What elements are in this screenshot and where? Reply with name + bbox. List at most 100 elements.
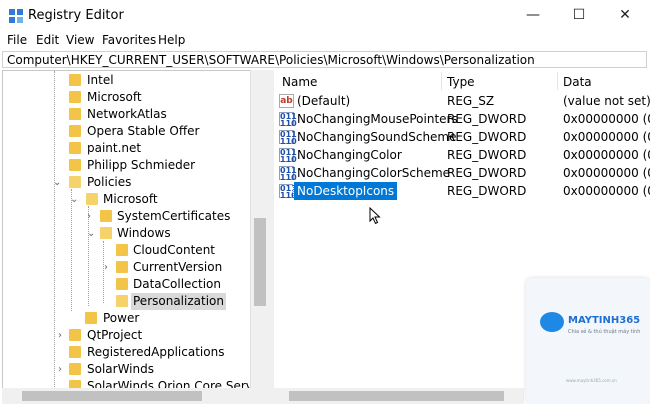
value-data: 0x00000000 (0) <box>563 112 650 126</box>
chevron-right-icon[interactable]: › <box>58 361 62 378</box>
value-row-nodesktopicons[interactable]: 011 110 NoDesktopIcons REG_DWORD 0x000000… <box>274 181 650 201</box>
tree-item-label: Windows <box>117 226 171 240</box>
value-type: REG_DWORD <box>447 148 527 162</box>
dword-value-icon: 011 110 <box>279 184 297 200</box>
open-folder-icon <box>69 176 81 188</box>
chevron-right-icon[interactable]: › <box>104 259 108 276</box>
folder-icon <box>69 363 81 375</box>
chevron-down-icon[interactable]: ⌄ <box>53 174 61 191</box>
tree-item-personalization[interactable]: Personalization <box>111 293 226 310</box>
value-type: REG_DWORD <box>447 184 527 198</box>
list-horizontal-scrollbar[interactable] <box>274 388 524 404</box>
folder-icon <box>116 261 128 273</box>
tree-item-systemcertificates[interactable]: › SystemCertificates <box>3 208 253 225</box>
folder-icon <box>69 125 81 137</box>
value-name-selected[interactable]: NoDesktopIcons <box>292 181 399 201</box>
menu-help[interactable]: Help <box>158 33 185 47</box>
value-type: REG_DWORD <box>447 130 527 144</box>
folder-icon <box>116 278 128 290</box>
tree-item-solarwinds[interactable]: › SolarWinds <box>3 361 253 378</box>
list-hscroll-thumb[interactable] <box>289 391 504 401</box>
chevron-right-icon[interactable]: › <box>58 327 62 344</box>
value-type: REG_DWORD <box>447 166 527 180</box>
tree-item-policies-microsoft[interactable]: ⌄ Microsoft <box>3 191 253 208</box>
value-row-nochangingcolor[interactable]: 011 110 NoChangingColor REG_DWORD 0x00000… <box>274 146 650 164</box>
tree-item-label: SystemCertificates <box>117 209 231 223</box>
key-tree[interactable]: Intel Microsoft NetworkAtlas Opera Stabl… <box>2 70 269 391</box>
address-bar[interactable]: Computer\HKEY_CURRENT_USER\SOFTWARE\Poli… <box>2 51 647 68</box>
menu-edit[interactable]: Edit <box>36 33 59 47</box>
value-data: 0x00000000 (0) <box>563 184 650 198</box>
dword-value-icon: 011 110 <box>279 166 297 182</box>
tree-item-windows[interactable]: ⌄ Windows <box>3 225 253 242</box>
title-bar: Registry Editor — ☐ ✕ <box>0 0 650 31</box>
window-title: Registry Editor <box>28 8 124 23</box>
watermark-tagline: Chia sẻ & thủ thuật máy tính <box>568 329 641 335</box>
tree-item-label: Intel <box>87 73 114 87</box>
tree-scroll-thumb[interactable] <box>254 218 266 306</box>
value-row-nochangingcolorscheme[interactable]: 011 110 NoChangingColorScheme REG_DWORD 0… <box>274 164 650 182</box>
tree-item-label: paint.net <box>87 141 142 155</box>
tree-item-intel[interactable]: Intel <box>3 72 253 89</box>
mouse-pointer-icon <box>369 207 381 225</box>
close-button[interactable]: ✕ <box>602 0 648 31</box>
folder-icon <box>69 91 81 103</box>
tree-item-label: Philipp Schmieder <box>87 158 196 172</box>
tree-item-policies[interactable]: ⌄ Policies <box>3 174 253 191</box>
menu-view[interactable]: View <box>66 33 94 47</box>
watermark-footer: www.maytinh365.com.vn <box>566 378 617 383</box>
watermark-logo: MAYTINH365 Chia sẻ & thủ thuật máy tính … <box>526 278 650 404</box>
tree-item-registeredapplications[interactable]: RegisteredApplications <box>3 344 253 361</box>
column-divider[interactable] <box>441 72 442 90</box>
value-row-nochangingmousepointers[interactable]: 011 110 NoChangingMousePointers REG_DWORD… <box>274 110 650 128</box>
tree-item-power[interactable]: › Power <box>3 310 253 327</box>
value-data: (value not set) <box>563 94 650 108</box>
folder-icon <box>85 312 97 324</box>
column-header-name[interactable]: Name <box>282 72 317 92</box>
tree-item-philipp-schmieder[interactable]: Philipp Schmieder <box>3 157 253 174</box>
open-folder-icon <box>116 295 128 307</box>
tree-item-qtproject[interactable]: › QtProject <box>3 327 253 344</box>
tree-item-label: Opera Stable Offer <box>87 124 200 138</box>
tree-item-datacollection[interactable]: DataCollection <box>3 276 253 293</box>
minimize-button[interactable]: — <box>510 0 556 31</box>
value-row-nochangingsoundscheme[interactable]: 011 110 NoChangingSoundScheme REG_DWORD 0… <box>274 128 650 146</box>
chevron-down-icon[interactable]: ⌄ <box>87 225 95 242</box>
tree-vertical-scrollbar[interactable] <box>250 70 269 389</box>
string-value-icon: ab <box>279 94 294 108</box>
value-data: 0x00000000 (0) <box>563 148 650 162</box>
value-name: (Default) <box>297 94 351 108</box>
tree-item-label: Microsoft <box>87 90 142 104</box>
chevron-down-icon[interactable]: ⌄ <box>70 191 78 208</box>
column-header-data[interactable]: Data <box>563 72 592 92</box>
tree-item-label: NetworkAtlas <box>87 107 167 121</box>
column-divider[interactable] <box>557 72 558 90</box>
folder-icon <box>69 346 81 358</box>
menu-file[interactable]: File <box>7 33 27 47</box>
value-name: NoChangingColor <box>297 148 402 162</box>
tree-item-microsoft[interactable]: Microsoft <box>3 89 253 106</box>
watermark-brand: MAYTINH365 <box>568 315 641 326</box>
tree-item-networkatlas[interactable]: NetworkAtlas <box>3 106 253 123</box>
value-name: NoChangingSoundScheme <box>297 130 457 144</box>
value-type: REG_SZ <box>447 94 495 108</box>
menu-favorites[interactable]: Favorites <box>102 33 156 47</box>
tree-hscroll-thumb[interactable] <box>22 391 202 401</box>
tree-item-label: CurrentVersion <box>133 260 223 274</box>
folder-icon <box>116 244 128 256</box>
value-row-default[interactable]: ab (Default) REG_SZ (value not set) <box>274 92 650 110</box>
tree-item-paint-net[interactable]: paint.net <box>3 140 253 157</box>
tree-item-cloudcontent[interactable]: CloudContent <box>3 242 253 259</box>
chevron-right-icon[interactable]: › <box>87 208 91 225</box>
tree-item-label: QtProject <box>87 328 143 342</box>
maximize-button[interactable]: ☐ <box>556 0 602 31</box>
open-folder-icon <box>100 227 112 239</box>
column-header-type[interactable]: Type <box>447 72 475 92</box>
value-name: NoChangingMousePointers <box>297 112 458 126</box>
tree-item-opera-stable-offer[interactable]: Opera Stable Offer <box>3 123 253 140</box>
tree-horizontal-scrollbar[interactable] <box>2 388 268 404</box>
tree-item-label: DataCollection <box>133 277 222 291</box>
folder-icon <box>100 210 112 222</box>
tree-item-label: RegisteredApplications <box>87 345 225 359</box>
tree-item-currentversion[interactable]: › CurrentVersion <box>3 259 253 276</box>
